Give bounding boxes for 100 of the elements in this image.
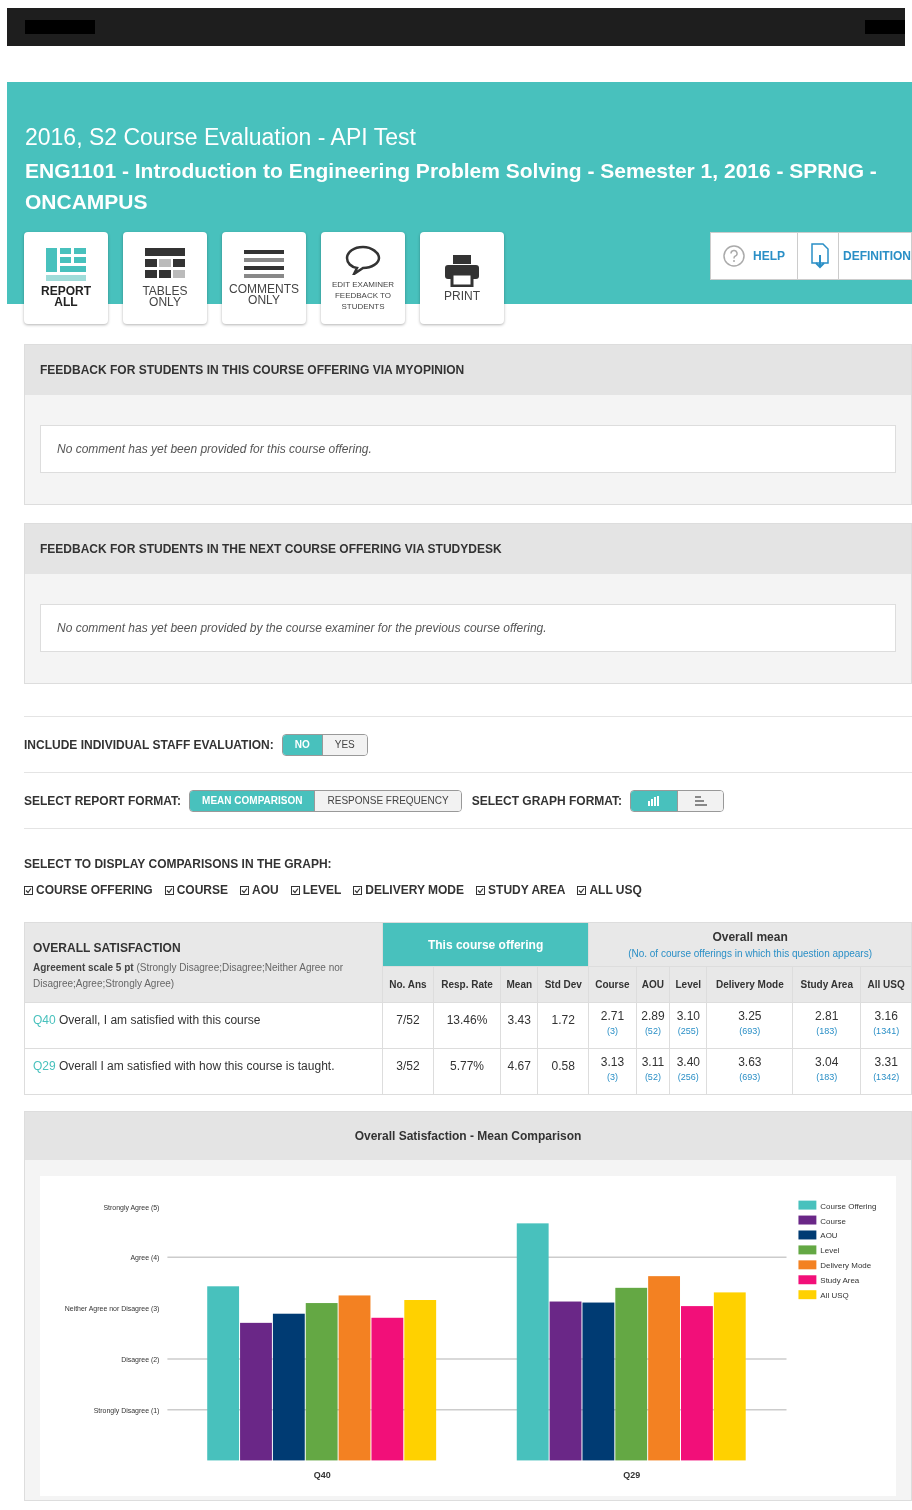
column-header: Study Area (792, 966, 861, 1003)
offering-count: (1341) (872, 1025, 901, 1038)
offering-count: (52) (643, 1025, 662, 1038)
axis-label: Q40 (313, 1470, 331, 1481)
offering-count: (693) (738, 1071, 762, 1084)
option-label: SELECT REPORT FORMAT: (24, 792, 182, 810)
speech-bubble-icon (345, 244, 381, 275)
checkbox[interactable] (577, 885, 587, 895)
comment-box: No comment has yet been provided for this course offering. (40, 425, 896, 473)
mean-value: 3.63 (737, 1055, 763, 1070)
legend-swatch (798, 1230, 817, 1240)
mean-value: 3.11 (640, 1055, 666, 1070)
legend-label: Course Offering (820, 1201, 877, 1211)
comment-box: No comment has yet been provided by the course examiner for the previous course offering. (40, 604, 896, 652)
checkbox-label: AOU (252, 882, 279, 899)
offering-count: (256) (676, 1071, 700, 1084)
offering-count: (255) (676, 1025, 700, 1038)
checkbox[interactable] (353, 885, 363, 895)
column-header: Std Dev (537, 966, 589, 1003)
horizontal-bars-icon (694, 795, 707, 806)
table-cell: 3.43 (500, 1002, 538, 1049)
table-cell: 7/52 (382, 1002, 434, 1049)
offering-count: (3) (605, 1071, 619, 1084)
legend-swatch (798, 1260, 817, 1270)
legend-swatch (798, 1290, 817, 1300)
checkbox-label: STUDY AREA (488, 882, 566, 899)
checkbox[interactable] (164, 885, 174, 895)
column-header: AOU (636, 966, 670, 1003)
table-cell: 4.67 (500, 1048, 538, 1095)
help-button[interactable]: HELP (711, 233, 797, 279)
legend-label: AOU (820, 1231, 838, 1241)
table-cell: 0.58 (537, 1048, 589, 1095)
offering-count: (1342) (872, 1071, 901, 1084)
table-cell: 1.72 (537, 1002, 589, 1049)
axis-label: Q29 (623, 1470, 641, 1481)
checkbox[interactable] (476, 885, 486, 895)
column-header: Resp. Rate (433, 966, 501, 1003)
checkbox-label: COURSE OFFERING (36, 882, 153, 899)
checkbox[interactable] (240, 885, 249, 895)
redacted-block (865, 20, 905, 34)
grid-icon (46, 248, 86, 282)
checkbox-label: COURSE (176, 882, 228, 899)
table-cell: 5.77% (433, 1048, 501, 1095)
table-cell: 13.46% (433, 1002, 501, 1049)
offering-count: (183) (815, 1071, 839, 1084)
redacted-block (25, 20, 95, 34)
toggle-option[interactable]: YES (321, 734, 367, 755)
graph-format-toggle[interactable] (631, 790, 678, 811)
legend-swatch (798, 1275, 817, 1285)
pdf-download-icon (810, 243, 830, 269)
definitions-button[interactable]: DEFINITION (797, 233, 911, 279)
report-title: 2016, S2 Course Evaluation - API Test (25, 123, 417, 152)
toolbar-button[interactable]: PRINT (420, 232, 504, 324)
legend-label: All USQ (820, 1291, 849, 1301)
mean-value: 3.31 (873, 1055, 899, 1070)
option-label: SELECT TO DISPLAY COMPARISONS IN THE GRAPH: (24, 856, 333, 873)
panel-title: FEEDBACK FOR STUDENTS IN THE NEXT COURSE OFFERING VIA STUDYDESK (25, 524, 911, 574)
legend-label: Course (820, 1216, 846, 1226)
bar-chart-icon (648, 795, 661, 806)
legend-label: Study Area (820, 1276, 860, 1286)
column-header: Mean (500, 966, 538, 1003)
checkbox-label: LEVEL (302, 882, 342, 899)
legend-label: Level (820, 1246, 840, 1256)
column-header: Course (588, 966, 637, 1003)
question-text: Overall, I am satisfied with this course (59, 1013, 261, 1027)
scale-description: Agreement scale 5 pt (Strongly Disagree;Disagree;Neither Agree nor Disagree;Agree;Strongly Agree) (33, 961, 345, 991)
offering-count: (52) (643, 1071, 662, 1084)
group-note: (No. of course offerings in which this question appears) (627, 947, 873, 961)
mean-value: 3.16 (873, 1009, 899, 1024)
toolbar-button[interactable]: TABLES ONLY (123, 232, 207, 324)
toolbar-button[interactable]: REPORT ALL (24, 232, 108, 324)
column-header: No. Ans (382, 966, 434, 1003)
graph-format-toggle[interactable] (677, 790, 724, 811)
checkbox-label: DELIVERY MODE (365, 882, 465, 899)
table-title: OVERALL SATISFACTION (33, 940, 182, 957)
question-text: Overall I am satisfied with how this course is taught. (59, 1059, 335, 1073)
panel-title: FEEDBACK FOR STUDENTS IN THIS COURSE OFFERING VIA MYOPINION (25, 345, 911, 395)
offering-count: (3) (605, 1025, 619, 1038)
help-icon (723, 245, 745, 267)
option-label: SELECT GRAPH FORMAT: (471, 792, 623, 810)
mean-value: 3.10 (675, 1009, 701, 1024)
option-label: INCLUDE INDIVIDUAL STAFF EVALUATION: (24, 736, 274, 754)
checkbox[interactable] (24, 885, 33, 895)
legend-swatch (798, 1200, 817, 1210)
legend-label: Delivery Mode (820, 1261, 872, 1271)
mean-value: 2.81 (814, 1009, 840, 1024)
toolbar-button[interactable]: EDIT EXAMINER FEEDBACK TO STUDENTS (321, 232, 405, 324)
toggle-option[interactable]: RESPONSE FREQUENCY (314, 790, 461, 811)
mean-value: 3.04 (814, 1055, 840, 1070)
lines-icon (244, 250, 284, 280)
column-group-header: This course offering (382, 922, 589, 967)
column-header: Delivery Mode (706, 966, 793, 1003)
course-title: ENG1101 - Introduction to Engineering Problem Solving - Semester 1, 2016 - SPRNG - ONCAMPUS (25, 158, 878, 215)
legend-swatch (798, 1245, 817, 1255)
mean-value: 2.71 (599, 1009, 626, 1024)
toolbar-button[interactable]: COMMENTS ONLY (222, 232, 306, 324)
checkbox[interactable] (290, 885, 300, 895)
group-title: Overall mean (711, 929, 789, 946)
offering-count: (183) (815, 1025, 839, 1038)
column-header: Level (669, 966, 707, 1003)
